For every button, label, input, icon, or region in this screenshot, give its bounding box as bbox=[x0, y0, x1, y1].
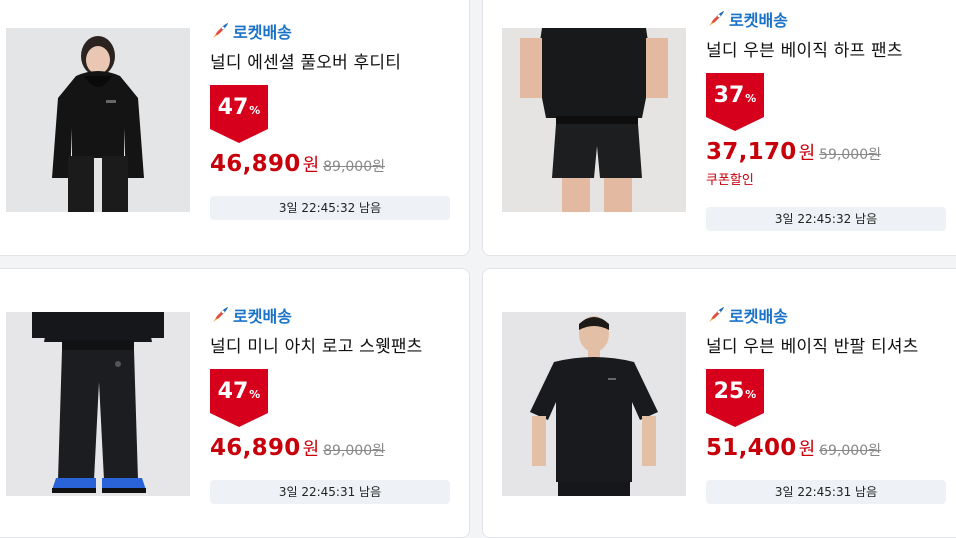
product-title[interactable]: 널디 우븐 베이직 반팔 티셔츠 bbox=[706, 332, 956, 357]
product-title[interactable]: 널디 미니 아치 로고 스웻팬츠 bbox=[210, 332, 460, 357]
discount-number: 37 bbox=[713, 83, 745, 108]
original-price: 59,000원 bbox=[819, 147, 881, 163]
discount-badge: 37% bbox=[706, 73, 764, 131]
rocket-delivery-badge: 로켓배송 bbox=[706, 8, 956, 30]
rocket-icon bbox=[706, 9, 726, 29]
sale-price: 46,890 bbox=[210, 435, 301, 461]
price-row: 46,890 원 89,000원 bbox=[210, 435, 460, 461]
currency: 원 bbox=[798, 439, 816, 460]
sale-price: 51,400 bbox=[706, 435, 797, 461]
deal-timer: 3일 22:45:31 남음 bbox=[706, 480, 946, 504]
discount-unit: % bbox=[249, 388, 261, 401]
rocket-icon bbox=[706, 305, 726, 325]
product-title[interactable]: 널디 에센셜 풀오버 후디티 bbox=[210, 48, 460, 73]
discount-number: 25 bbox=[713, 379, 745, 404]
discount-number: 47 bbox=[217, 379, 249, 404]
deal-timer: 3일 22:45:31 남음 bbox=[210, 480, 450, 504]
price-row: 46,890 원 89,000원 bbox=[210, 151, 460, 177]
coupon-label: 쿠폰할인 bbox=[706, 173, 754, 188]
discount-badge: 47% bbox=[210, 85, 268, 143]
delivery-label: 로켓배송 bbox=[729, 11, 788, 30]
currency: 원 bbox=[302, 155, 320, 176]
discount-badge: 25% bbox=[706, 369, 764, 427]
currency: 원 bbox=[798, 143, 816, 164]
product-image[interactable] bbox=[502, 28, 686, 212]
rocket-icon bbox=[210, 305, 230, 325]
discount-unit: % bbox=[745, 388, 757, 401]
rocket-delivery-badge: 로켓배송 bbox=[210, 304, 460, 326]
product-image[interactable] bbox=[502, 312, 686, 496]
discount-unit: % bbox=[249, 104, 261, 117]
rocket-icon bbox=[210, 21, 230, 41]
discount-unit: % bbox=[745, 92, 757, 105]
discount-badge: 47% bbox=[210, 369, 268, 427]
currency: 원 bbox=[302, 439, 320, 460]
original-price: 89,000원 bbox=[323, 159, 385, 175]
product-title[interactable]: 널디 우븐 베이직 하프 팬츠 bbox=[706, 36, 956, 61]
product-image[interactable] bbox=[6, 28, 190, 212]
delivery-label: 로켓배송 bbox=[233, 23, 292, 42]
discount-number: 47 bbox=[217, 95, 249, 120]
shorts-model-image bbox=[502, 28, 686, 212]
deal-timer: 3일 22:45:32 남음 bbox=[210, 196, 450, 220]
delivery-label: 로켓배송 bbox=[729, 307, 788, 326]
tshirt-model-image bbox=[502, 312, 686, 496]
price-row: 51,400 원 69,000원 bbox=[706, 435, 956, 461]
sweatpants-model-image bbox=[6, 312, 190, 496]
sale-price: 37,170 bbox=[706, 139, 797, 165]
rocket-delivery-badge: 로켓배송 bbox=[706, 304, 956, 326]
deal-timer: 3일 22:45:32 남음 bbox=[706, 207, 946, 231]
price-row: 37,170 원 59,000원 bbox=[706, 139, 956, 165]
product-image[interactable] bbox=[6, 312, 190, 496]
original-price: 89,000원 bbox=[323, 443, 385, 459]
hoodie-model-image bbox=[6, 28, 190, 212]
sale-price: 46,890 bbox=[210, 151, 301, 177]
delivery-label: 로켓배송 bbox=[233, 307, 292, 326]
rocket-delivery-badge: 로켓배송 bbox=[210, 20, 460, 42]
original-price: 69,000원 bbox=[819, 443, 881, 459]
